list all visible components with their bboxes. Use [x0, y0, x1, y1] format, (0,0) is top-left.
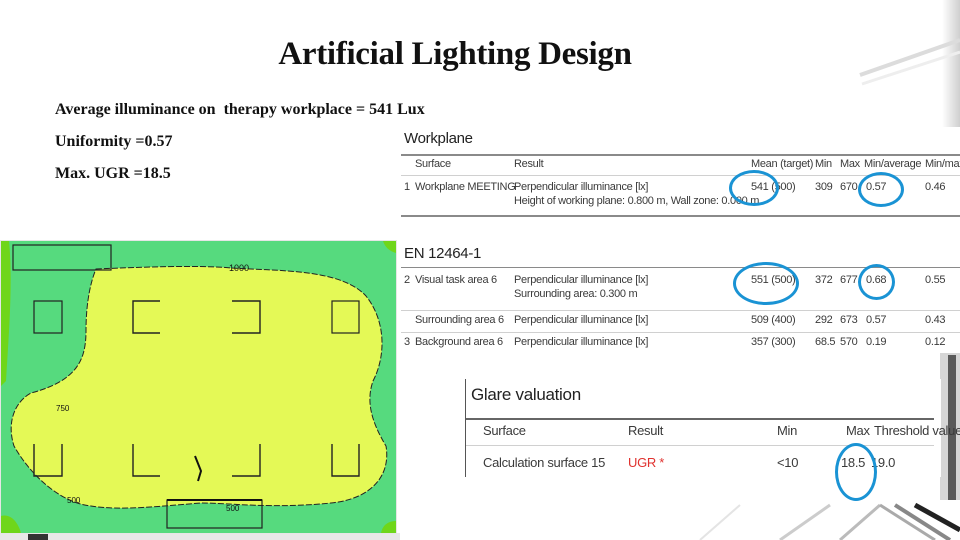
header-max: Max: [846, 423, 870, 438]
row-surface: Visual task area 6: [415, 274, 497, 286]
row-index: 3: [404, 336, 410, 348]
summary-average-illuminance: Average illuminance on therapy workplace…: [55, 101, 425, 118]
header-threshold: Threshold value: [874, 423, 960, 438]
row-max: 570: [840, 336, 858, 348]
glare-table: Surface Result Min Max Threshold value C…: [466, 379, 960, 477]
summary-uniformity: Uniformity =0.57: [55, 133, 173, 150]
row-mean-target: 509 (400): [751, 314, 796, 326]
row-index: 2: [404, 274, 410, 286]
row-min: 372: [815, 274, 833, 286]
contour-label: 500: [67, 496, 81, 505]
contour-label: 750: [56, 404, 70, 413]
row-result: Perpendicular illuminance [lx]: [514, 336, 649, 348]
header-min: Min: [777, 423, 798, 438]
header-result: Result: [628, 423, 664, 438]
row-min: 292: [815, 314, 833, 326]
luminaire-outline: [12, 244, 112, 271]
summary-block: Average illuminance on therapy workplace…: [55, 100, 425, 196]
en12464-table: 2 Visual task area 6 Perpendicular illum…: [401, 127, 960, 353]
header-surface: Surface: [483, 423, 526, 438]
isolux-contour-map: 1000 750 500 500: [0, 240, 397, 534]
row-max: 677: [840, 274, 858, 286]
low-illuminance-zone: [381, 521, 396, 533]
contour-label: 1000: [229, 263, 249, 273]
high-illuminance-zone: [10, 265, 388, 509]
row-min-max: 0.12: [925, 336, 946, 348]
divider: [466, 418, 934, 420]
divider: [466, 445, 934, 446]
row-mean-target: 357 (300): [751, 336, 796, 348]
workplane-report: Workplane Surface Result Mean (target) M…: [401, 127, 960, 353]
divider: [401, 310, 960, 311]
row-result: Perpendicular illuminance [lx]: [514, 314, 649, 326]
row-note: Surrounding area: 0.300 m: [514, 288, 638, 300]
row-min-average: 0.57: [866, 314, 887, 326]
row-min: 68.5: [815, 336, 836, 348]
divider: [401, 332, 960, 333]
slide-title: Artificial Lighting Design: [278, 36, 632, 73]
row-result: Perpendicular illuminance [lx]: [514, 274, 649, 286]
row-surface: Calculation surface 15: [483, 455, 606, 470]
row-min-average: 0.19: [866, 336, 887, 348]
row-min-max: 0.43: [925, 314, 946, 326]
row-min: <10: [777, 455, 799, 470]
row-max: 673: [840, 314, 858, 326]
glare-report: Glare valuation Surface Result Min Max T…: [465, 379, 960, 477]
contour-label: 500: [226, 504, 240, 513]
luminaire-outline: [33, 300, 63, 334]
row-surface: Surrounding area 6: [415, 314, 504, 326]
row-min-average: 0.68: [866, 274, 887, 286]
row-result-ugr: UGR *: [628, 455, 665, 470]
low-illuminance-zone: [383, 241, 396, 253]
row-mean-target: 551 (500): [751, 274, 796, 286]
row-max: 18.5: [841, 455, 866, 470]
low-illuminance-zone: [1, 241, 11, 386]
summary-max-ugr: Max. UGR =18.5: [55, 165, 171, 182]
row-threshold: 19.0: [871, 455, 896, 470]
low-illuminance-zone: [1, 515, 21, 533]
isolux-svg: 1000 750 500 500: [1, 241, 396, 533]
row-min-max: 0.55: [925, 274, 946, 286]
divider: [401, 267, 960, 268]
row-surface: Background area 6: [415, 336, 503, 348]
